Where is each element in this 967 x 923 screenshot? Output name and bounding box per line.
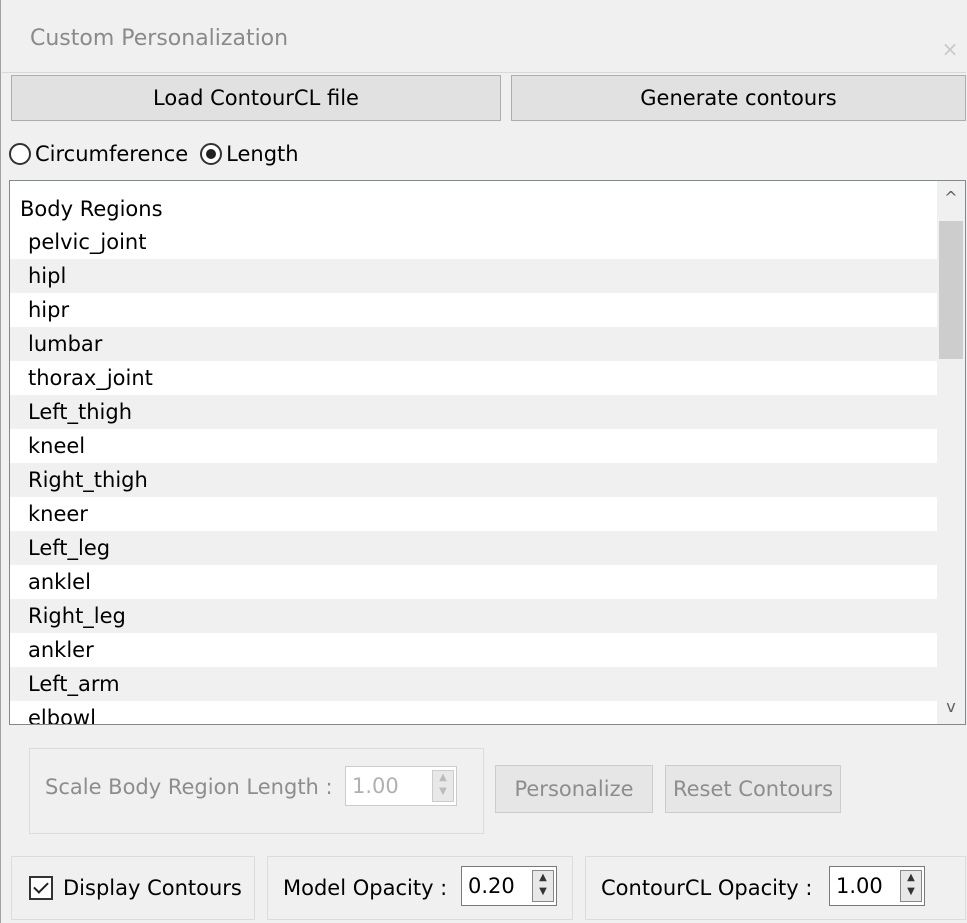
load-contourcl-file-button[interactable]: Load ContourCL file (11, 75, 501, 121)
scroll-up-icon[interactable]: ^ (937, 181, 965, 215)
contourcl-opacity-value: 1.00 (836, 874, 883, 898)
model-opacity-label: Model Opacity : (283, 876, 448, 900)
length-radio[interactable] (200, 143, 223, 165)
list-item[interactable]: hipl (10, 259, 938, 293)
list-item[interactable]: thorax_joint (10, 361, 938, 395)
title-bar: Custom Personalization × (2, 0, 966, 73)
display-contours-label[interactable]: Display Contours (63, 876, 242, 900)
model-opacity-value: 0.20 (468, 874, 515, 898)
list-item[interactable]: lumbar (10, 327, 938, 361)
circumference-radio[interactable] (9, 143, 31, 165)
custom-personalization-window: Custom Personalization × Load ContourCL … (0, 0, 967, 923)
list-item[interactable]: Right_leg (10, 599, 938, 633)
generate-contours-button[interactable]: Generate contours (511, 75, 966, 121)
list-item[interactable]: kneel (10, 429, 938, 463)
list-item[interactable]: anklel (10, 565, 938, 599)
contourcl-opacity-spinbox[interactable]: 1.00 ▲ ▼ (829, 866, 925, 906)
list-item[interactable]: ankler (10, 633, 938, 667)
reset-contours-button[interactable]: Reset Contours (665, 765, 841, 813)
circumference-radio-label[interactable]: Circumference (35, 142, 188, 166)
scroll-thumb[interactable] (939, 221, 963, 359)
window-title: Custom Personalization (30, 26, 289, 51)
list-item[interactable]: kneer (10, 497, 938, 531)
body-regions-list[interactable]: Body Regions pelvic_joint hipl hipr lumb… (9, 180, 966, 725)
list-item[interactable]: elbowl (10, 701, 938, 724)
length-radio-label[interactable]: Length (226, 142, 298, 166)
display-contours-checkbox[interactable] (29, 876, 53, 900)
list-item[interactable]: Left_thigh (10, 395, 938, 429)
model-opacity-stepper-icon[interactable]: ▲ ▼ (532, 870, 554, 902)
scale-spinbox[interactable]: 1.00 ▲ ▼ (345, 766, 457, 806)
body-regions-items: pelvic_joint hipl hipr lumbar thorax_joi… (10, 225, 938, 724)
scale-value: 1.00 (352, 774, 399, 798)
personalize-button[interactable]: Personalize (495, 765, 653, 813)
scroll-down-icon[interactable]: v (937, 690, 965, 724)
scale-stepper-icon[interactable]: ▲ ▼ (432, 770, 454, 802)
scale-body-region-length-label: Scale Body Region Length : (45, 775, 333, 799)
close-icon[interactable]: × (932, 34, 967, 64)
list-item[interactable]: hipr (10, 293, 938, 327)
contourcl-opacity-label: ContourCL Opacity : (601, 876, 813, 900)
vertical-scrollbar[interactable]: ^ v (937, 181, 965, 724)
model-opacity-spinbox[interactable]: 0.20 ▲ ▼ (461, 866, 557, 906)
list-item[interactable]: Left_arm (10, 667, 938, 701)
measurement-mode-group: Circumference Length (9, 136, 299, 172)
list-item[interactable]: Left_leg (10, 531, 938, 565)
list-item[interactable]: pelvic_joint (10, 225, 938, 259)
contourcl-opacity-stepper-icon[interactable]: ▲ ▼ (900, 870, 922, 902)
list-item[interactable]: Right_thigh (10, 463, 938, 497)
body-regions-header: Body Regions (20, 197, 163, 221)
